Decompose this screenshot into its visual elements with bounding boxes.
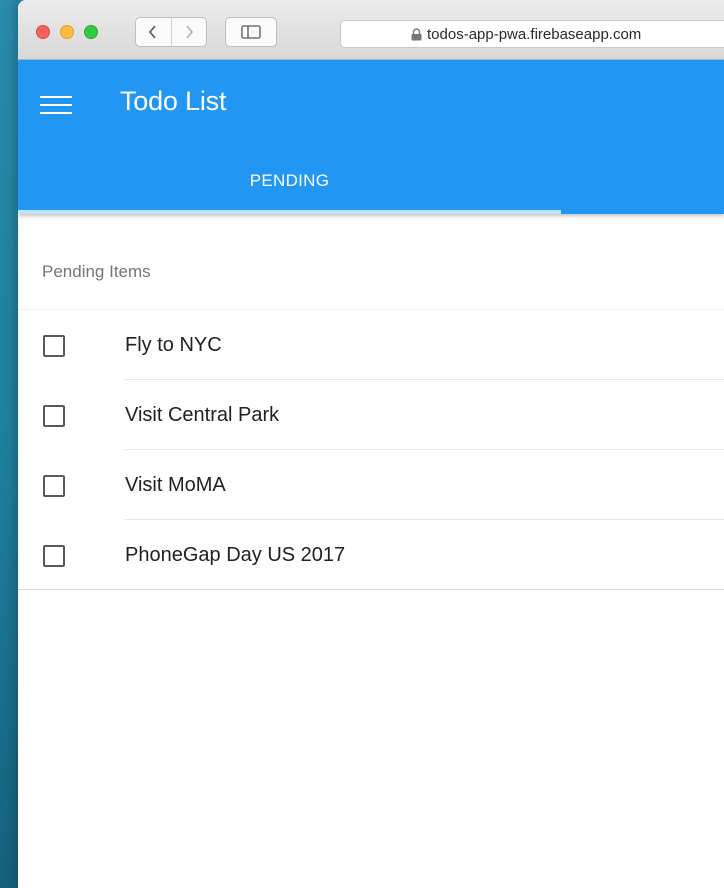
todo-list: Fly to NYC Visit Central Park Visit MoMA…: [18, 309, 724, 590]
history-nav-group: [135, 17, 207, 47]
browser-toolbar: todos-app-pwa.firebaseapp.com: [18, 0, 724, 60]
chevron-right-icon: [186, 25, 193, 39]
minimize-window-button[interactable]: [60, 25, 74, 39]
active-tab-indicator: [18, 210, 561, 214]
browser-window: todos-app-pwa.firebaseapp.com Todo List …: [18, 0, 724, 888]
zoom-window-button[interactable]: [84, 25, 98, 39]
lock-icon: [411, 27, 422, 41]
address-bar[interactable]: todos-app-pwa.firebaseapp.com: [340, 20, 724, 48]
back-button[interactable]: [136, 18, 171, 46]
checkbox[interactable]: [43, 405, 65, 427]
list-item[interactable]: PhoneGap Day US 2017: [18, 520, 724, 590]
list-subheader: Pending Items: [42, 262, 151, 281]
close-window-button[interactable]: [36, 25, 50, 39]
app-title: Todo List: [120, 86, 227, 116]
item-label: PhoneGap Day US 2017: [125, 544, 346, 566]
item-label: Visit MoMA: [125, 474, 226, 496]
forward-button[interactable]: [170, 18, 207, 46]
show-sidebar-button[interactable]: [225, 17, 277, 47]
chevron-left-icon: [149, 25, 156, 39]
url-text: todos-app-pwa.firebaseapp.com: [427, 25, 642, 43]
checkbox[interactable]: [43, 475, 65, 497]
checkbox[interactable]: [43, 545, 65, 567]
item-label: Visit Central Park: [125, 404, 280, 426]
list-item[interactable]: Fly to NYC: [18, 310, 724, 380]
list-item[interactable]: Visit Central Park: [18, 380, 724, 450]
sidebar-icon: [241, 25, 261, 39]
app-bar: Todo List PENDING: [18, 60, 724, 214]
divider: [18, 589, 724, 590]
checkbox[interactable]: [43, 335, 65, 357]
list-item[interactable]: Visit MoMA: [18, 450, 724, 520]
item-label: Fly to NYC: [125, 334, 222, 356]
tab-pending[interactable]: PENDING: [18, 152, 561, 210]
hamburger-menu-icon[interactable]: [40, 94, 74, 116]
